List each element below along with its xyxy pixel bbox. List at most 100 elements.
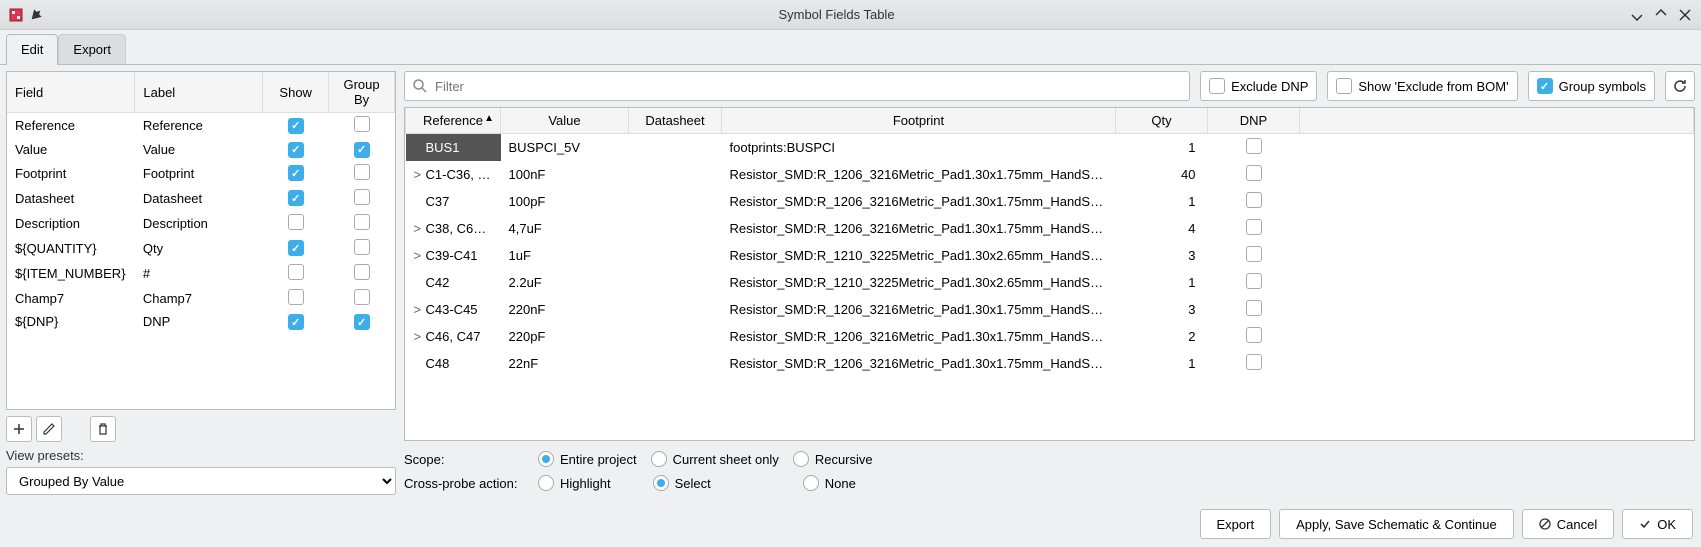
scope-recursive-radio[interactable]: Recursive (793, 451, 873, 467)
table-row[interactable]: >C1-C36, C70-C71 100nF Resistor_SMD:R_12… (406, 161, 1694, 188)
cell-qty[interactable]: 1 (1116, 188, 1208, 215)
field-name[interactable]: Reference (7, 113, 135, 139)
groupby-checkbox[interactable] (354, 289, 370, 305)
groupby-checkbox[interactable] (354, 264, 370, 280)
dnp-checkbox[interactable] (1246, 273, 1262, 289)
cell-qty[interactable]: 1 (1116, 350, 1208, 377)
dnp-checkbox[interactable] (1246, 192, 1262, 208)
dnp-checkbox[interactable] (1246, 300, 1262, 316)
cell-datasheet[interactable] (629, 188, 722, 215)
field-label[interactable]: Description (135, 211, 263, 236)
cell-reference[interactable]: >C1-C36, C70-C71 (406, 161, 501, 188)
expander-icon[interactable]: > (414, 329, 426, 344)
table-row[interactable]: >C43-C45 220nF Resistor_SMD:R_1206_3216M… (406, 296, 1694, 323)
dnp-checkbox[interactable] (1246, 165, 1262, 181)
show-checkbox[interactable] (288, 165, 304, 181)
rename-field-button[interactable] (36, 416, 62, 442)
cell-reference[interactable]: >C46, C47 (406, 323, 501, 350)
groupby-checkbox[interactable] (354, 239, 370, 255)
show-checkbox[interactable] (288, 142, 304, 158)
cell-value[interactable]: 22nF (501, 350, 629, 377)
cell-footprint[interactable]: Resistor_SMD:R_1206_3216Metric_Pad1.30x1… (722, 215, 1116, 242)
col-datasheet[interactable]: Datasheet (629, 108, 722, 134)
cell-reference[interactable]: BUS1 (406, 134, 501, 162)
field-name[interactable]: ${QUANTITY} (7, 236, 135, 261)
cell-reference[interactable]: >C39-C41 (406, 242, 501, 269)
cell-reference[interactable]: C48 (406, 350, 501, 377)
cell-datasheet[interactable] (629, 350, 722, 377)
field-label[interactable]: Reference (135, 113, 263, 139)
cell-footprint[interactable]: Resistor_SMD:R_1206_3216Metric_Pad1.30x1… (722, 188, 1116, 215)
fields-table-row[interactable]: Reference Reference (7, 113, 395, 139)
field-label[interactable]: Qty (135, 236, 263, 261)
field-label[interactable]: DNP (135, 311, 263, 334)
field-name[interactable]: Footprint (7, 161, 135, 186)
fields-table-row[interactable]: Description Description (7, 211, 395, 236)
cell-footprint[interactable]: Resistor_SMD:R_1206_3216Metric_Pad1.30x1… (722, 323, 1116, 350)
table-row[interactable]: >C38, C67-C69 4,7uF Resistor_SMD:R_1206_… (406, 215, 1694, 242)
group-symbols-checkbox[interactable]: Group symbols (1528, 71, 1655, 101)
cell-qty[interactable]: 1 (1116, 134, 1208, 162)
field-name[interactable]: Champ7 (7, 286, 135, 311)
table-row[interactable]: >C39-C41 1uF Resistor_SMD:R_1210_3225Met… (406, 242, 1694, 269)
cell-value[interactable]: 1uF (501, 242, 629, 269)
fields-table-row[interactable]: ${DNP} DNP (7, 311, 395, 334)
col-reference[interactable]: Reference▲ (406, 108, 501, 134)
crossprobe-select-radio[interactable]: Select (653, 475, 711, 491)
cell-qty[interactable]: 4 (1116, 215, 1208, 242)
cell-qty[interactable]: 1 (1116, 269, 1208, 296)
cell-value[interactable]: 220pF (501, 323, 629, 350)
expander-icon[interactable]: > (414, 302, 426, 317)
cell-value[interactable]: 100pF (501, 188, 629, 215)
col-field[interactable]: Field (7, 72, 135, 113)
show-checkbox[interactable] (288, 314, 304, 330)
table-row[interactable]: C42 2.2uF Resistor_SMD:R_1210_3225Metric… (406, 269, 1694, 296)
minimize-icon[interactable] (1629, 7, 1645, 23)
cell-value[interactable]: BUSPCI_5V (501, 134, 629, 162)
col-dnp[interactable]: DNP (1208, 108, 1300, 134)
expander-icon[interactable]: > (414, 248, 426, 263)
field-label[interactable]: Footprint (135, 161, 263, 186)
scope-current-radio[interactable]: Current sheet only (651, 451, 779, 467)
col-groupby[interactable]: Group By (329, 72, 395, 113)
refresh-button[interactable] (1665, 71, 1695, 101)
field-name[interactable]: Datasheet (7, 186, 135, 211)
cell-reference[interactable]: C42 (406, 269, 501, 296)
col-footprint[interactable]: Footprint (722, 108, 1116, 134)
fields-table-row[interactable]: Value Value (7, 138, 395, 161)
dnp-checkbox[interactable] (1246, 138, 1262, 154)
exclude-dnp-checkbox[interactable]: Exclude DNP (1200, 71, 1317, 101)
field-name[interactable]: Value (7, 138, 135, 161)
cell-footprint[interactable]: Resistor_SMD:R_1210_3225Metric_Pad1.30x2… (722, 242, 1116, 269)
cell-datasheet[interactable] (629, 134, 722, 162)
field-label[interactable]: Champ7 (135, 286, 263, 311)
dnp-checkbox[interactable] (1246, 246, 1262, 262)
field-name[interactable]: Description (7, 211, 135, 236)
cell-qty[interactable]: 2 (1116, 323, 1208, 350)
maximize-icon[interactable] (1653, 7, 1669, 23)
table-row[interactable]: C37 100pF Resistor_SMD:R_1206_3216Metric… (406, 188, 1694, 215)
cell-datasheet[interactable] (629, 269, 722, 296)
tab-edit[interactable]: Edit (6, 34, 58, 65)
col-show[interactable]: Show (263, 72, 329, 113)
cancel-button[interactable]: Cancel (1522, 509, 1614, 539)
field-name[interactable]: ${DNP} (7, 311, 135, 334)
close-icon[interactable] (1677, 7, 1693, 23)
cell-value[interactable]: 4,7uF (501, 215, 629, 242)
dnp-checkbox[interactable] (1246, 219, 1262, 235)
groupby-checkbox[interactable] (354, 142, 370, 158)
col-qty[interactable]: Qty (1116, 108, 1208, 134)
filter-input[interactable] (404, 71, 1190, 101)
cell-value[interactable]: 100nF (501, 161, 629, 188)
table-row[interactable]: BUS1 BUSPCI_5V footprints:BUSPCI 1 (406, 134, 1694, 162)
field-label[interactable]: # (135, 261, 263, 286)
groupby-checkbox[interactable] (354, 189, 370, 205)
cell-reference[interactable]: >C38, C67-C69 (406, 215, 501, 242)
crossprobe-highlight-radio[interactable]: Highlight (538, 475, 611, 491)
cell-value[interactable]: 2.2uF (501, 269, 629, 296)
crossprobe-none-radio[interactable]: None (803, 475, 856, 491)
view-presets-select[interactable]: Grouped By Value (6, 467, 396, 495)
export-button[interactable]: Export (1200, 509, 1272, 539)
show-checkbox[interactable] (288, 214, 304, 230)
cell-footprint[interactable]: Resistor_SMD:R_1206_3216Metric_Pad1.30x1… (722, 161, 1116, 188)
